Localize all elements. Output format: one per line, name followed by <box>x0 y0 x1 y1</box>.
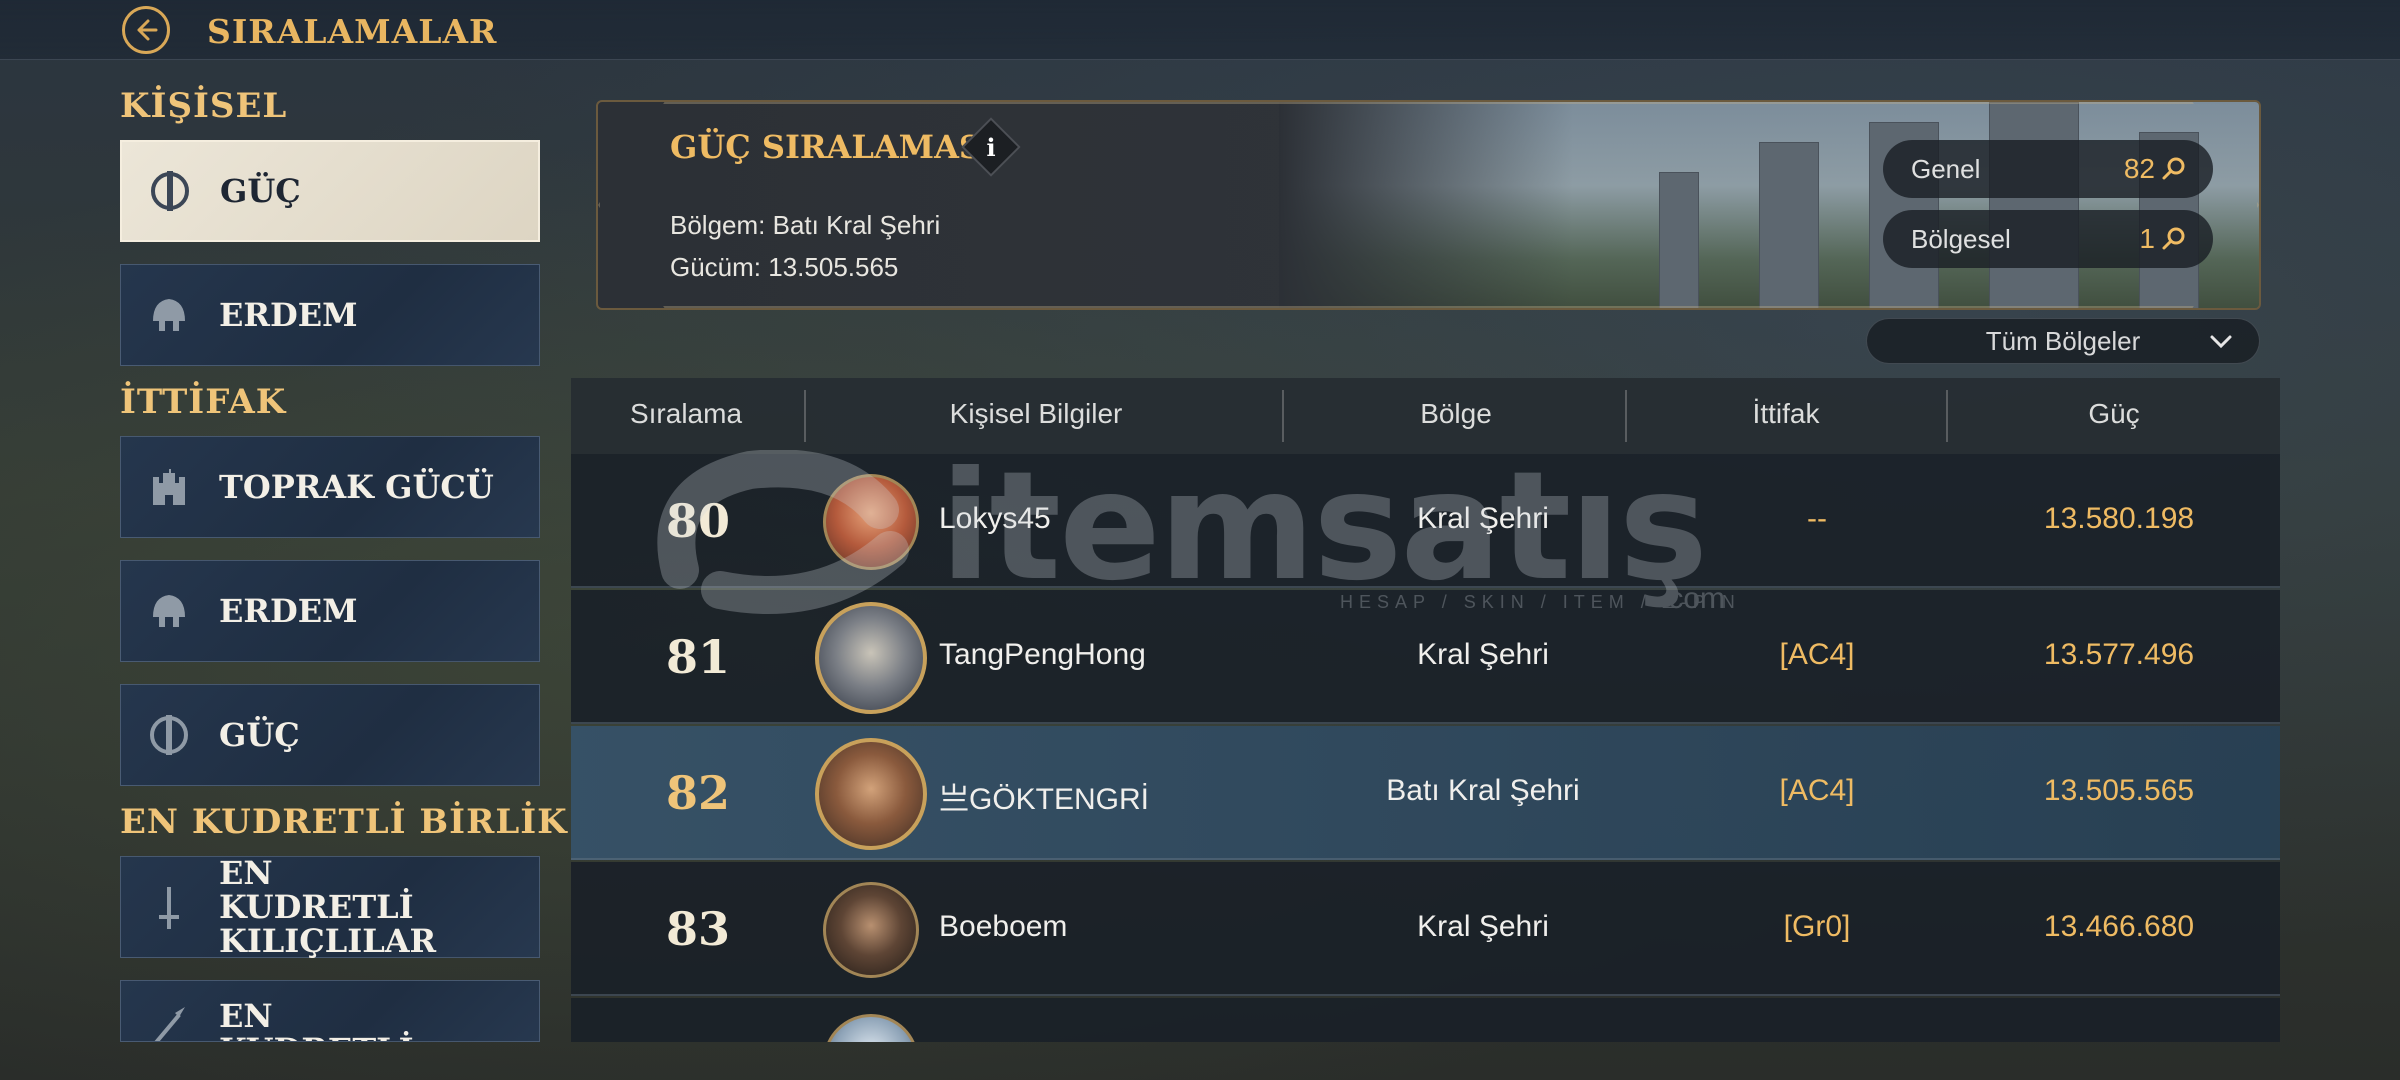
sidebar-item-label: GÜÇ <box>219 716 300 754</box>
avatar[interactable] <box>823 882 919 978</box>
avatar[interactable] <box>815 602 927 714</box>
table-row[interactable]: 81 TangPengHong Kral Şehri [AC4] 13.577.… <box>571 590 2280 724</box>
sidebar-item-label: GÜÇ <box>220 172 301 210</box>
section-title-alliance: İTTİFAK <box>120 382 287 422</box>
player-power: 13.466.680 <box>2043 910 2195 943</box>
player-alliance: [AC4] <box>1779 774 1855 807</box>
player-region: Kral Şehri <box>1417 638 1549 671</box>
regional-rank-value: 1 <box>2139 223 2155 254</box>
sidebar-item-personal-power[interactable]: GÜÇ <box>120 140 540 242</box>
column-divider <box>1942 382 1952 450</box>
column-divider <box>1278 382 1288 450</box>
table-row-own[interactable]: 82 亗GÖKTENGRİ Batı Kral Şehri [AC4] 13.5… <box>571 726 2280 860</box>
column-header-power: Güç <box>2088 398 2140 429</box>
avatar[interactable] <box>823 1014 919 1042</box>
region-filter-dropdown[interactable]: Tüm Bölgeler <box>1866 318 2260 364</box>
sidebar-item-label: EN KUDRETLİ KILIÇLILAR <box>219 854 437 960</box>
column-header-region: Bölge <box>1420 398 1492 429</box>
column-header-alliance: İttifak <box>1752 398 1820 429</box>
power-icon <box>144 165 196 217</box>
column-header-rank: Sıralama <box>629 398 743 429</box>
sidebar-item-spearmen[interactable]: EN KUDRETLİ MIZRAKLILAR <box>120 980 540 1042</box>
table-row[interactable]: 83 Boeboem Kral Şehri [Gr0] 13.466.680 <box>571 862 2280 996</box>
back-arrow-icon <box>137 19 158 41</box>
avatar[interactable] <box>815 738 927 850</box>
general-rank-value: 82 <box>2123 153 2155 184</box>
table-header: Sıralama Kişisel Bilgiler Bölge İttifak … <box>571 378 2280 454</box>
sidebar-item-label: ERDEM <box>219 296 358 334</box>
power-icon <box>143 709 195 761</box>
sidebar-item-territory-power[interactable]: TOPRAK GÜCÜ <box>120 436 540 538</box>
sidebar-item-alliance-power[interactable]: GÜÇ <box>120 684 540 786</box>
player-name: Boeboem <box>939 910 1068 943</box>
rank-number: 83 <box>665 902 730 956</box>
helmet-icon <box>143 585 195 637</box>
castle-icon <box>143 461 195 513</box>
back-button[interactable] <box>122 6 170 54</box>
sidebar-item-label: ERDEM <box>219 592 358 630</box>
player-name: TangPengHong <box>939 638 1146 671</box>
spear-icon <box>143 999 195 1041</box>
sidebar-item-personal-virtue[interactable]: ERDEM <box>120 264 540 366</box>
search-icon <box>2162 227 2185 250</box>
section-title-personal: KİŞİSEL <box>120 86 288 126</box>
my-region-text: Bölgem: Batı Kral Şehri <box>670 210 941 240</box>
player-region: Kral Şehri <box>1417 502 1549 535</box>
player-name: 亗GÖKTENGRİ <box>939 783 1150 816</box>
rank-number: 82 <box>665 766 730 820</box>
rank-number: 80 <box>665 494 730 548</box>
regional-rank-pill[interactable]: Bölgesel 1 <box>1883 210 2213 268</box>
table-row[interactable] <box>571 998 2280 1042</box>
player-power: 13.577.496 <box>2043 638 2195 671</box>
sword-icon <box>143 881 195 933</box>
helmet-icon <box>143 289 195 341</box>
chevron-down-icon <box>2210 335 2232 349</box>
player-alliance: [Gr0] <box>1783 910 1851 943</box>
player-alliance: [AC4] <box>1779 638 1855 671</box>
card-title: GÜÇ SIRALAMASI <box>670 128 997 166</box>
player-alliance: -- <box>1807 502 1827 535</box>
sidebar-item-label: TOPRAK GÜCÜ <box>219 468 494 506</box>
page-title: SIRALAMALAR <box>207 12 498 51</box>
avatar[interactable] <box>823 474 919 570</box>
player-region: Batı Kral Şehri <box>1386 774 1580 807</box>
search-icon <box>2162 157 2185 180</box>
section-title-mightiest-unit: EN KUDRETLİ BİRLİK <box>120 802 568 842</box>
column-divider <box>800 382 810 450</box>
power-ranking-card: GÜÇ SIRALAMASI i Bölgem: Batı Kral Şehri… <box>596 100 2261 310</box>
player-power: 13.505.565 <box>2043 774 2195 807</box>
rank-number: 81 <box>665 630 730 684</box>
general-rank-pill[interactable]: Genel 82 <box>1883 140 2213 198</box>
sidebar-item-swordsmen[interactable]: EN KUDRETLİ KILIÇLILAR <box>120 856 540 958</box>
sidebar-item-alliance-virtue[interactable]: ERDEM <box>120 560 540 662</box>
my-power-text: Gücüm: 13.505.565 <box>670 252 899 282</box>
player-power: 13.580.198 <box>2043 502 2195 535</box>
ranking-table: Sıralama Kişisel Bilgiler Bölge İttifak … <box>571 378 2280 1042</box>
sidebar-item-label: EN KUDRETLİ MIZRAKLILAR <box>219 997 414 1041</box>
region-filter-value: Tüm Bölgeler <box>1985 325 2141 356</box>
player-region: Kral Şehri <box>1417 910 1549 943</box>
player-name: Lokys45 <box>939 502 1051 535</box>
table-row[interactable]: 80 Lokys45 Kral Şehri -- 13.580.198 <box>571 454 2280 588</box>
top-bar: SIRALAMALAR <box>0 0 2400 60</box>
general-rank-label: Genel <box>1911 153 1981 184</box>
regional-rank-label: Bölgesel <box>1911 223 2011 254</box>
column-divider <box>1621 382 1631 450</box>
column-header-personal-info: Kişisel Bilgiler <box>949 398 1123 429</box>
